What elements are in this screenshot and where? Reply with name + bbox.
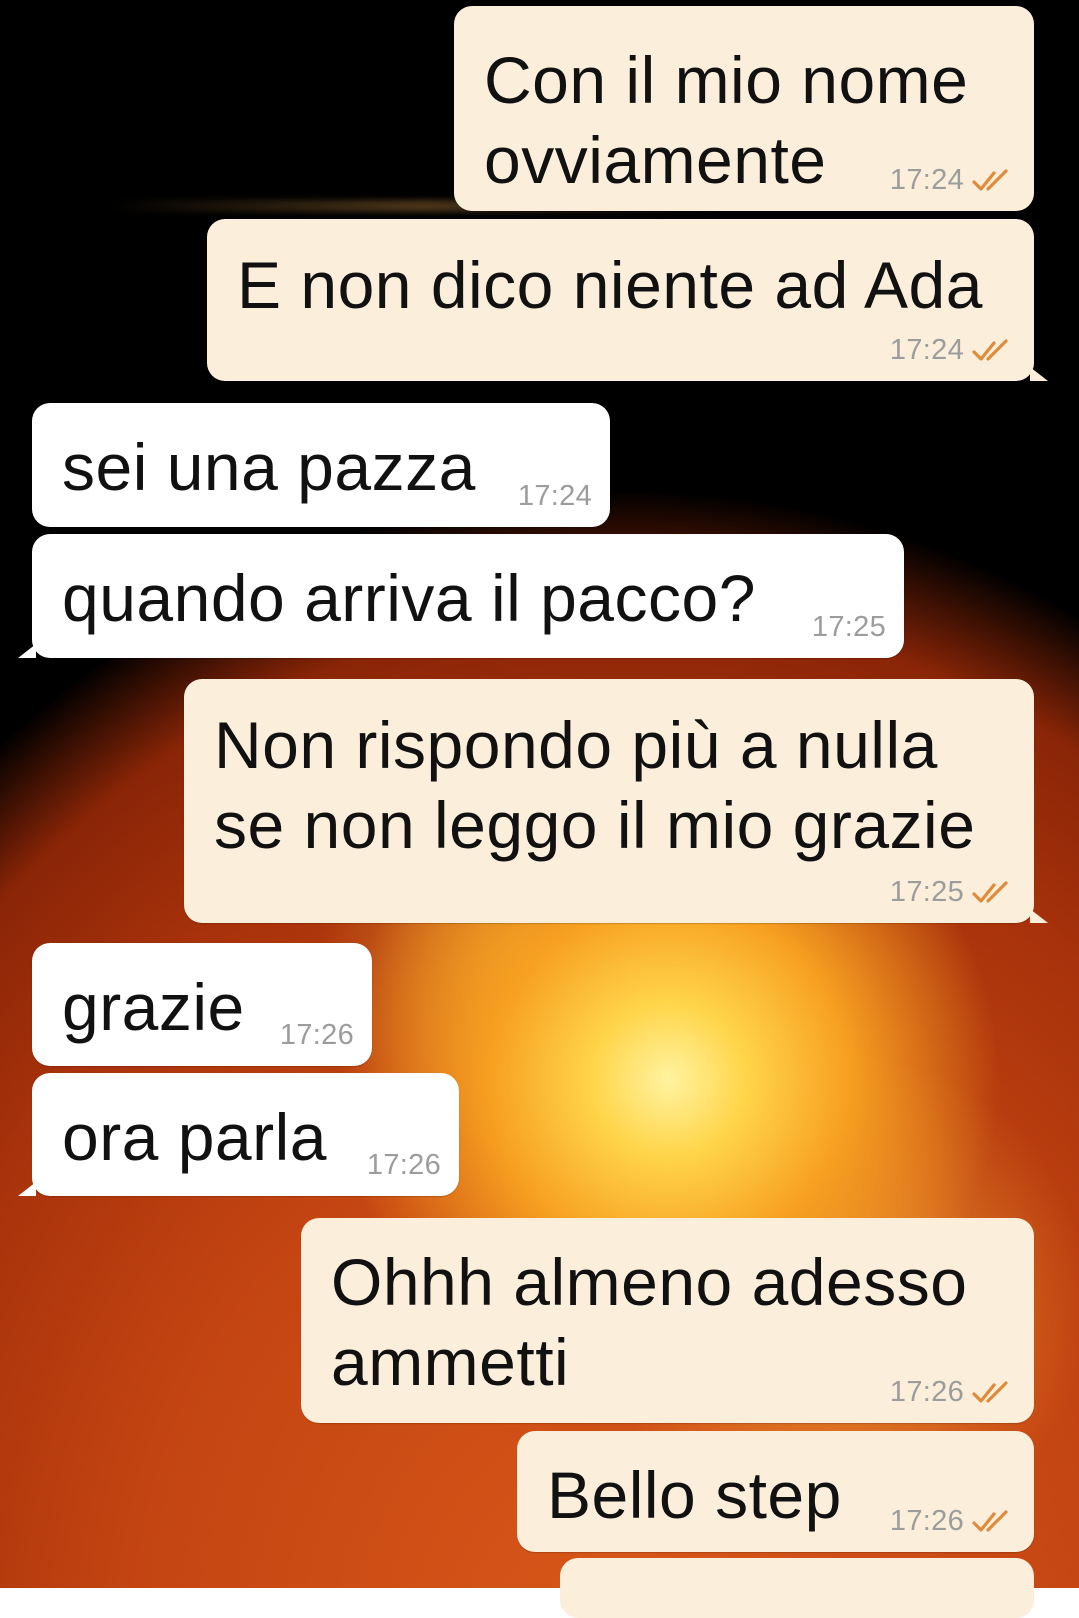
double-check-icon: [972, 338, 1008, 361]
message-bubble-outgoing[interactable]: Ohhh almeno adesso ammetti 17:26: [301, 1218, 1034, 1423]
message-meta: 17:25: [890, 876, 1016, 909]
message-bubble-outgoing[interactable]: Bello step 17:26: [517, 1431, 1034, 1552]
message-time: 17:24: [517, 480, 592, 512]
message-bubble-outgoing[interactable]: Non rispondo più a nulla se non leggo il…: [184, 679, 1048, 923]
message-time: 17:26: [366, 1149, 441, 1181]
message-meta: 17:26: [367, 1149, 441, 1182]
message-text-line: quando arriva il pacco?: [62, 561, 756, 635]
message-meta: 17:26: [280, 1019, 354, 1052]
message-text-line: Con il mio nome: [484, 43, 969, 117]
double-check-icon: [972, 880, 1008, 903]
message-time: 17:25: [811, 611, 886, 643]
message-bubble-partial[interactable]: [560, 1558, 1034, 1618]
double-check-icon: [972, 1509, 1008, 1532]
message-bubble-incoming[interactable]: sei una pazza 17:24: [32, 403, 610, 527]
message-time: 17:24: [889, 164, 964, 196]
message-meta: 17:26: [890, 1505, 1016, 1538]
message-meta: 17:24: [518, 480, 592, 513]
message-meta: 17:24: [890, 164, 1016, 197]
message-time: 17:26: [279, 1019, 354, 1051]
message-bubble-outgoing[interactable]: E non dico niente ad Ada 17:24: [207, 219, 1048, 381]
message-text-line: ovviamente: [484, 123, 827, 197]
message-time: 17:24: [889, 334, 964, 366]
message-text-line: Ohhh almeno adesso: [331, 1245, 968, 1319]
message-time: 17:26: [889, 1376, 964, 1408]
message-bubble-incoming[interactable]: grazie 17:26: [32, 943, 372, 1066]
message-meta: 17:25: [812, 611, 886, 644]
message-bubble-incoming[interactable]: quando arriva il pacco? 17:25: [18, 534, 904, 658]
message-text-line: ammetti: [331, 1325, 570, 1399]
message-time: 17:25: [889, 876, 964, 908]
message-text-line: sei una pazza: [62, 430, 476, 504]
double-check-icon: [972, 168, 1008, 191]
message-text-line: grazie: [62, 970, 245, 1044]
message-bubble-outgoing[interactable]: Con il mio nome ovviamente 17:24: [454, 6, 1034, 211]
message-meta: 17:24: [890, 334, 1016, 367]
message-text-line: Non rispondo più a nulla: [214, 708, 938, 782]
message-text-line: Bello step: [547, 1458, 842, 1532]
message-text-line: ora parla: [62, 1100, 327, 1174]
message-meta: 17:26: [890, 1376, 1016, 1409]
message-bubble-incoming[interactable]: ora parla 17:26: [18, 1073, 459, 1196]
message-text-line: se non leggo il mio grazie: [214, 788, 976, 862]
message-time: 17:26: [889, 1505, 964, 1537]
double-check-icon: [972, 1380, 1008, 1403]
message-text-line: E non dico niente ad Ada: [237, 248, 983, 322]
